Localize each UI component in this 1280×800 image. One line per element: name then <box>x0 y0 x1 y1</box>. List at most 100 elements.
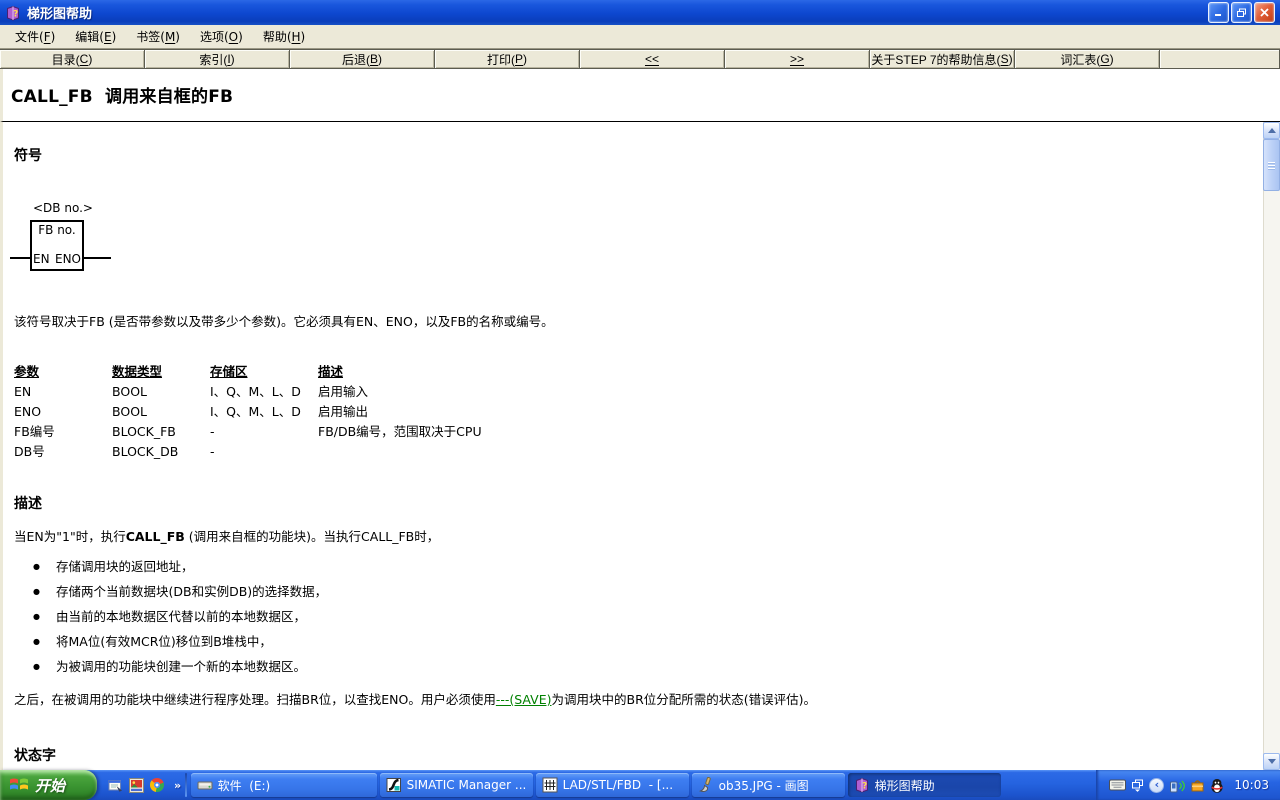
param-table-cell: ENO <box>14 402 112 422</box>
param-table-cell: 启用输出 <box>318 402 1253 422</box>
param-table-cell: BLOCK_DB <box>112 442 210 462</box>
param-table-cell: BLOCK_FB <box>112 422 210 442</box>
taskbar-task-button[interactable]: 软件 (E:) <box>191 773 377 797</box>
taskbar-task-button[interactable]: ob35.JPG - 画图 <box>692 773 845 797</box>
scrollbar-thumb[interactable] <box>1263 139 1280 191</box>
toolbar-button[interactable]: 后退(B) <box>289 49 435 69</box>
toolbar-button[interactable]: 索引(I) <box>144 49 290 69</box>
chevron-down-icon <box>1268 759 1276 764</box>
menu-item[interactable]: 文件(F) <box>5 24 65 49</box>
quick-launch-more-chevron[interactable]: » <box>172 779 183 792</box>
param-table-cell: FB编号 <box>14 422 112 442</box>
help-book-icon: ? <box>854 777 870 793</box>
description-bullets: 存储调用块的返回地址，存储两个当前数据块(DB和实例DB)的选择数据，由当前的本… <box>14 554 1253 679</box>
start-button[interactable]: 开始 <box>0 770 97 800</box>
intro-post: (调用来自框的功能块)。当执行CALL_FB时， <box>185 529 439 544</box>
task-label: 软件 (E:) <box>218 777 271 794</box>
description-outro: 之后，在被调用的功能块中继续进行程序处理。扫描BR位，以查找ENO。用户必须使用… <box>14 690 1253 709</box>
simatic-icon <box>386 777 402 793</box>
db-number-label: <DB no.> <box>33 201 93 215</box>
minimize-button[interactable] <box>1208 2 1229 23</box>
topic-content: 符号 <DB no.> FB no. EN ENO 该符号取决于FB (是否带参… <box>3 122 1263 770</box>
image-viewer-icon[interactable] <box>128 777 144 793</box>
taskbar-task-button[interactable]: SIMATIC Manager ... <box>380 773 533 797</box>
language-bar-icon[interactable] <box>1131 779 1144 792</box>
window-controls <box>1208 2 1275 23</box>
toolbar-button[interactable]: 打印(P) <box>434 49 580 69</box>
param-table-cell: EN <box>14 382 112 402</box>
intro-bold: CALL_FB <box>126 529 185 544</box>
toolbar-button[interactable]: 目录(C) <box>0 49 145 69</box>
fb-number-label: FB no. <box>32 223 82 237</box>
status-word-heading: 状态字 <box>14 745 1253 765</box>
bullet-item: 为被调用的功能块创建一个新的本地数据区。 <box>14 654 1253 679</box>
symbol-heading: 符号 <box>14 145 1253 165</box>
help-window: ? 梯形图帮助 文件(F)编辑(E)书签(M)选项(O)帮助(H) 目录(C)索… <box>0 0 1280 800</box>
param-table-cell <box>318 442 1253 462</box>
show-desktop-icon[interactable] <box>107 777 123 793</box>
menu-item[interactable]: 编辑(E) <box>65 24 126 49</box>
fb-block-diagram: <DB no.> FB no. EN ENO <box>14 201 134 274</box>
menu-item[interactable]: 选项(O) <box>190 24 253 49</box>
task-label: SIMATIC Manager ... <box>407 778 527 792</box>
param-table-header: 数据类型 <box>112 362 210 382</box>
outro-pre: 之后，在被调用的功能块中继续进行程序处理。扫描BR位，以查找ENO。用户必须使用 <box>14 692 496 707</box>
save-link[interactable]: ---(SAVE) <box>496 692 552 707</box>
chrome-icon[interactable] <box>149 777 165 793</box>
en-pin-label: EN <box>33 252 50 266</box>
paint-icon <box>698 777 714 793</box>
quick-launch-bar <box>97 777 172 793</box>
toolbar-button[interactable]: 关于STEP 7的帮助信息(S) <box>869 49 1015 69</box>
network-icon[interactable] <box>1169 778 1185 793</box>
window-title: 梯形图帮助 <box>27 3 92 22</box>
bullet-item: 由当前的本地数据区代替以前的本地数据区， <box>14 604 1253 629</box>
param-table-header: 参数 <box>14 362 112 382</box>
eno-connection-line <box>84 257 111 259</box>
svg-text:?: ? <box>862 781 867 791</box>
chevron-up-icon <box>1268 128 1276 133</box>
menu-item[interactable]: 帮助(H) <box>253 24 315 49</box>
bullet-item: 将MA位(有效MCR位)移位到B堆栈中， <box>14 629 1253 654</box>
task-buttons: 软件 (E:) SIMATIC Manager ... LAD/STL/FBD - … <box>189 773 1002 797</box>
param-table-header: 描述 <box>318 362 1253 382</box>
toolbar: 目录(C)索引(I)后退(B)打印(P)<<>>关于STEP 7的帮助信息(S)… <box>0 48 1280 69</box>
close-button[interactable] <box>1254 2 1275 23</box>
fb-box: FB no. EN ENO <box>30 220 84 271</box>
hide-icons-chevron[interactable]: ‹ <box>1149 778 1164 793</box>
toolbar-button[interactable]: >> <box>724 49 870 69</box>
intro-pre: 当EN为"1"时，执行 <box>14 529 126 544</box>
bullet-item: 存储两个当前数据块(DB和实例DB)的选择数据， <box>14 579 1253 604</box>
task-label: 梯形图帮助 <box>875 777 935 794</box>
scroll-down-button[interactable] <box>1263 753 1280 770</box>
taskbar-task-button[interactable]: LAD/STL/FBD - [... <box>536 773 689 797</box>
toolbar-filler <box>1159 49 1280 69</box>
taskbar: 开始 » 软件 (E:) SIMATIC Manager ... LAD/STL/F… <box>0 770 1280 800</box>
restore-button[interactable] <box>1231 2 1252 23</box>
param-table-cell: - <box>210 442 318 462</box>
keyboard-icon[interactable] <box>1109 779 1126 791</box>
menu-item[interactable]: 书签(M) <box>126 24 190 49</box>
svg-text:?: ? <box>13 9 18 19</box>
vertical-scrollbar[interactable] <box>1263 122 1280 770</box>
taskbar-task-button[interactable]: ? 梯形图帮助 <box>848 773 1001 797</box>
description-intro: 当EN为"1"时，执行CALL_FB (调用来自框的功能块)。当执行CALL_F… <box>14 527 1253 546</box>
param-table-header: 存储区 <box>210 362 318 382</box>
task-label: LAD/STL/FBD - [... <box>563 778 673 792</box>
main-area: 符号 <DB no.> FB no. EN ENO 该符号取决于FB (是否带参… <box>0 122 1280 770</box>
windows-flag-icon <box>9 775 29 796</box>
system-tray: ‹ 10:03 <box>1096 770 1280 800</box>
symbol-paragraph: 该符号取决于FB (是否带参数以及带多少个参数)。它必须具有EN、ENO，以及F… <box>14 312 1253 331</box>
tray-clock: 10:03 <box>1234 778 1269 792</box>
param-table-cell: I、Q、M、L、D <box>210 402 318 422</box>
titlebar: ? 梯形图帮助 <box>0 0 1280 25</box>
page-title: CALL_FB 调用来自框的FB <box>11 82 1272 107</box>
param-table-cell: FB/DB编号，范围取决于CPU <box>318 422 1253 442</box>
toolbar-button[interactable]: << <box>579 49 725 69</box>
scroll-up-button[interactable] <box>1263 122 1280 139</box>
param-table-cell: 启用输入 <box>318 382 1253 402</box>
qq-icon[interactable] <box>1210 778 1224 793</box>
lad-editor-icon <box>542 777 558 793</box>
briefcase-icon[interactable] <box>1190 778 1205 792</box>
toolbar-button[interactable]: 词汇表(G) <box>1014 49 1160 69</box>
param-table-cell: DB号 <box>14 442 112 462</box>
